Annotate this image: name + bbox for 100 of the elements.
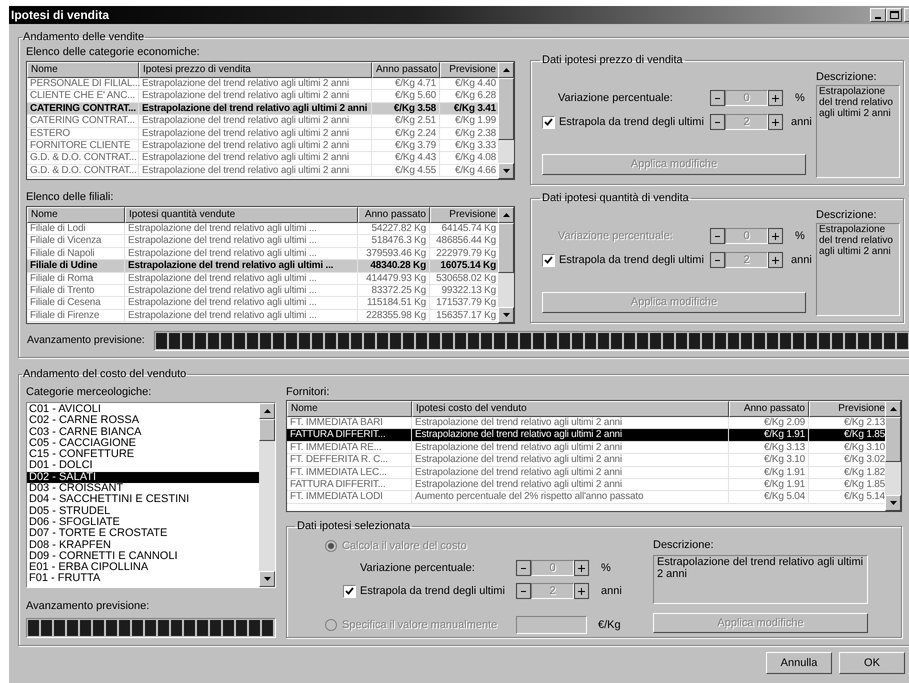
value-field[interactable] — [516, 616, 587, 634]
list-item[interactable]: C01 - AVICOLI — [27, 404, 259, 416]
list-item[interactable]: D01 - DOLCI — [27, 460, 259, 472]
description-label: Descrizione: — [816, 71, 878, 83]
minimize-icon — [875, 17, 881, 19]
column-header[interactable]: Anno passato — [372, 62, 440, 78]
description-box: Estrapolazione del trend relativo agli ultimi 2 anni — [653, 555, 868, 604]
table-row[interactable]: FT. IMMEDIATA BARI Estrapolazione del trend relativo agli ultimi 2 anni €/Kg 2.09 €/Kg 2.13 — [287, 417, 885, 430]
dialog-button[interactable]: Annulla — [766, 652, 832, 674]
maximize-button[interactable] — [886, 8, 902, 22]
unit-label: % — [795, 228, 805, 244]
table-row[interactable]: G.D. & D.O. CONTRAT... Estrapolazione del trend relativo agli ultimi 2 anni €/Kg 4.43 €/Kg 4.08 — [27, 152, 498, 165]
scrollbar-thumb[interactable] — [498, 78, 514, 140]
decrement-button[interactable] — [710, 114, 725, 130]
table-row[interactable]: FATTURA DIFFERIT... Estrapolazione del trend relativo agli ultimi 2 anni €/Kg 1.91 €/Kg 1.85 — [287, 429, 885, 442]
list-item[interactable]: D05 - STRUDEL — [27, 506, 259, 517]
checkbox-label: Estrapola da trend degli ultimi — [559, 114, 704, 130]
table-cell: Estrapolazione del trend relativo agli ultimi 2 anni — [139, 164, 372, 178]
list-item[interactable]: D03 - CROISSANT — [27, 483, 259, 494]
table-row[interactable]: Filiale di Napoli Estrapolazione del trend relativo agli ultimi ... 379593.46 Kg 222979.79 Kg — [27, 248, 498, 260]
description-label: Descrizione: — [816, 209, 878, 221]
table-row[interactable]: FORNITORE CLIENTE Estrapolazione del trend relativo agli ultimi 2 anni €/Kg 3.79 €/Kg 3.33 — [27, 140, 498, 152]
table-row[interactable]: Filiale di Trento Estrapolazione del trend relativo agli ultimi ... 83372.25 Kg 99322.13 Kg — [27, 284, 498, 298]
list-item[interactable]: D02 - SALATI — [27, 472, 259, 484]
column-header[interactable]: Ipotesi costo del venduto — [412, 401, 729, 417]
list-item[interactable]: C02 - CARNE ROSSA — [27, 415, 259, 427]
decrement-button[interactable] — [516, 560, 531, 576]
scrollbar-thumb[interactable] — [259, 419, 275, 441]
scrollbar-thumb[interactable] — [885, 417, 901, 462]
checkbox[interactable] — [542, 254, 555, 266]
progress-label: Avanzamento previsione: — [26, 333, 146, 348]
column-header[interactable]: Anno passato — [729, 401, 809, 417]
scroll-down-button[interactable] — [259, 571, 275, 587]
column-header[interactable]: Nome — [27, 207, 125, 223]
unit-label: anni — [791, 252, 812, 268]
table-row[interactable]: G.D. & D.O. CONTRAT... Estrapolazione del trend relativo agli ultimi 2 anni €/Kg 4.55 €/Kg 4.66 — [27, 164, 498, 178]
checkbox[interactable] — [343, 584, 356, 598]
list-item[interactable]: C05 - CACCIAGIONE — [27, 438, 259, 450]
table-row[interactable]: FT. IMMEDIATA RE... Estrapolazione del trend relativo agli ultimi 2 anni €/Kg 3.13 €/Kg 3.10 — [287, 442, 885, 454]
scroll-up-button[interactable] — [498, 207, 514, 223]
list-item[interactable]: E01 - ERBA CIPOLLINA — [27, 562, 259, 574]
increment-button[interactable] — [574, 583, 589, 599]
increment-button[interactable] — [768, 114, 783, 130]
column-header[interactable]: Nome — [27, 62, 139, 78]
increment-button[interactable] — [574, 560, 589, 576]
table-row[interactable]: CLIENTE CHE E' ANC... Estrapolazione del trend relativo agli ultimi 2 anni €/Kg 5.60 €/Kg 6.28 — [27, 90, 498, 103]
list-item[interactable]: D07 - TORTE E CROSTATE — [27, 528, 259, 540]
increment-button[interactable] — [768, 228, 783, 244]
column-header[interactable]: Previsione — [440, 62, 498, 78]
table-row[interactable]: Filiale di Lodi Estrapolazione del trend relativo agli ultimi ... 54227.82 Kg 64145.74 Kg — [27, 223, 498, 236]
list-item[interactable]: D09 - CORNETTI E CANNOLI — [27, 550, 259, 562]
column-header[interactable]: Ipotesi prezzo di vendita — [139, 62, 372, 78]
increment-button[interactable] — [768, 252, 783, 268]
table-row[interactable]: ESTERO Estrapolazione del trend relativo agli ultimi 2 anni €/Kg 2.24 €/Kg 2.38 — [27, 128, 498, 140]
table-row[interactable]: CATERING CONTRAT... Estrapolazione del trend relativo agli ultimi 2 anni €/Kg 2.51 €/Kg 1.99 — [27, 115, 498, 128]
checkbox[interactable] — [542, 116, 555, 128]
table-row[interactable]: Filiale di Firenze Estrapolazione del trend relativo agli ultimi ... 228355.98 Kg 156357.17 Kg — [27, 310, 498, 322]
list-item[interactable]: D06 - SFOGLIATE — [27, 516, 259, 528]
maximize-icon — [890, 11, 898, 19]
scroll-down-button[interactable] — [498, 307, 514, 323]
list-item[interactable]: D08 - KRAPFEN — [27, 540, 259, 551]
up-triangle-icon — [502, 213, 510, 217]
decrement-button[interactable] — [516, 583, 531, 599]
group-title: Dati ipotesi prezzo di vendita — [541, 54, 684, 66]
table-row[interactable]: FATTURA DIFFERIT... Estrapolazione del trend relativo agli ultimi 2 anni €/Kg 1.91 €/Kg 1.85 — [287, 478, 885, 492]
plus-icon — [772, 118, 779, 126]
table-row[interactable]: Filiale di Vicenza Estrapolazione del trend relativo agli ultimi ... 518476.3 Kg 486856.44 Kg — [27, 235, 498, 248]
table-row[interactable]: Filiale di Roma Estrapolazione del trend relativo agli ultimi ... 414479.93 Kg 530658.02 Kg — [27, 272, 498, 285]
list-item[interactable]: F01 - FRUTTA — [27, 573, 259, 585]
column-header[interactable]: Previsione — [430, 207, 498, 223]
table-row[interactable]: FT. IMMEDIATA LEC... Estrapolazione del trend relativo agli ultimi 2 anni €/Kg 1.91 €/Kg 1.82 — [287, 466, 885, 479]
scrollbar-thumb[interactable] — [498, 223, 514, 273]
decrement-button[interactable] — [710, 252, 725, 268]
list-item[interactable]: C03 - CARNE BIANCA — [27, 426, 259, 438]
table-row[interactable]: FT. DEFFERITA R. C... Estrapolazione del trend relativo agli ultimi 2 anni €/Kg 3.10 €/Kg 3.02 — [287, 454, 885, 467]
table-row[interactable]: FT. IMMEDIATA LODI Aumento percentuale del 2% rispetto all'anno passato €/Kg 5.04 €/Kg 5.14 — [287, 491, 885, 504]
column-header[interactable]: Previsione — [809, 401, 885, 417]
table-row[interactable]: Filiale di Cesena Estrapolazione del trend relativo agli ultimi ... 115184.51 Kg 171537.79 Kg — [27, 297, 498, 310]
table-row[interactable]: PERSONALE DI FILIAL... Estrapolazione del trend relativo agli ultimi 2 anni €/Kg 4.71 €/Kg 4.40 — [27, 78, 498, 90]
dialog-button[interactable]: OK — [839, 652, 905, 674]
list-item[interactable]: C15 - CONFETTURE — [27, 449, 259, 460]
increment-button[interactable] — [768, 90, 783, 106]
column-header[interactable]: Ipotesi quantità vendute — [125, 207, 358, 223]
scroll-down-button[interactable] — [885, 495, 901, 511]
table-cell: FT. IMMEDIATA LODI — [287, 491, 412, 504]
decrement-button[interactable] — [710, 228, 725, 244]
scroll-down-button[interactable] — [498, 163, 514, 179]
table-row[interactable]: Filiale di Udine Estrapolazione del trend relativo agli ultimi ... 48340.28 Kg 16075.14 Kg — [27, 260, 498, 273]
scroll-up-button[interactable] — [885, 401, 901, 417]
list-item[interactable]: D04 - SACCHETTINI E CESTINI — [27, 494, 259, 506]
column-header[interactable]: Nome — [287, 401, 412, 417]
radio-label: Specifica il valore manualmente — [342, 618, 498, 633]
scroll-up-button[interactable] — [259, 403, 275, 419]
minimize-button[interactable] — [870, 8, 886, 22]
scroll-up-button[interactable] — [498, 62, 514, 78]
list-label: Categorie merceologiche: — [26, 386, 152, 398]
table-row[interactable]: CATERING CONTRAT... Estrapolazione del trend relativo agli ultimi 2 anni €/Kg 3.58 €/Kg 3.41 — [27, 102, 498, 116]
column-header[interactable]: Anno passato — [358, 207, 430, 223]
description-box: Estrapolazione del trend relativo agli ultimi 2 anni — [816, 85, 900, 178]
decrement-button[interactable] — [710, 90, 725, 106]
